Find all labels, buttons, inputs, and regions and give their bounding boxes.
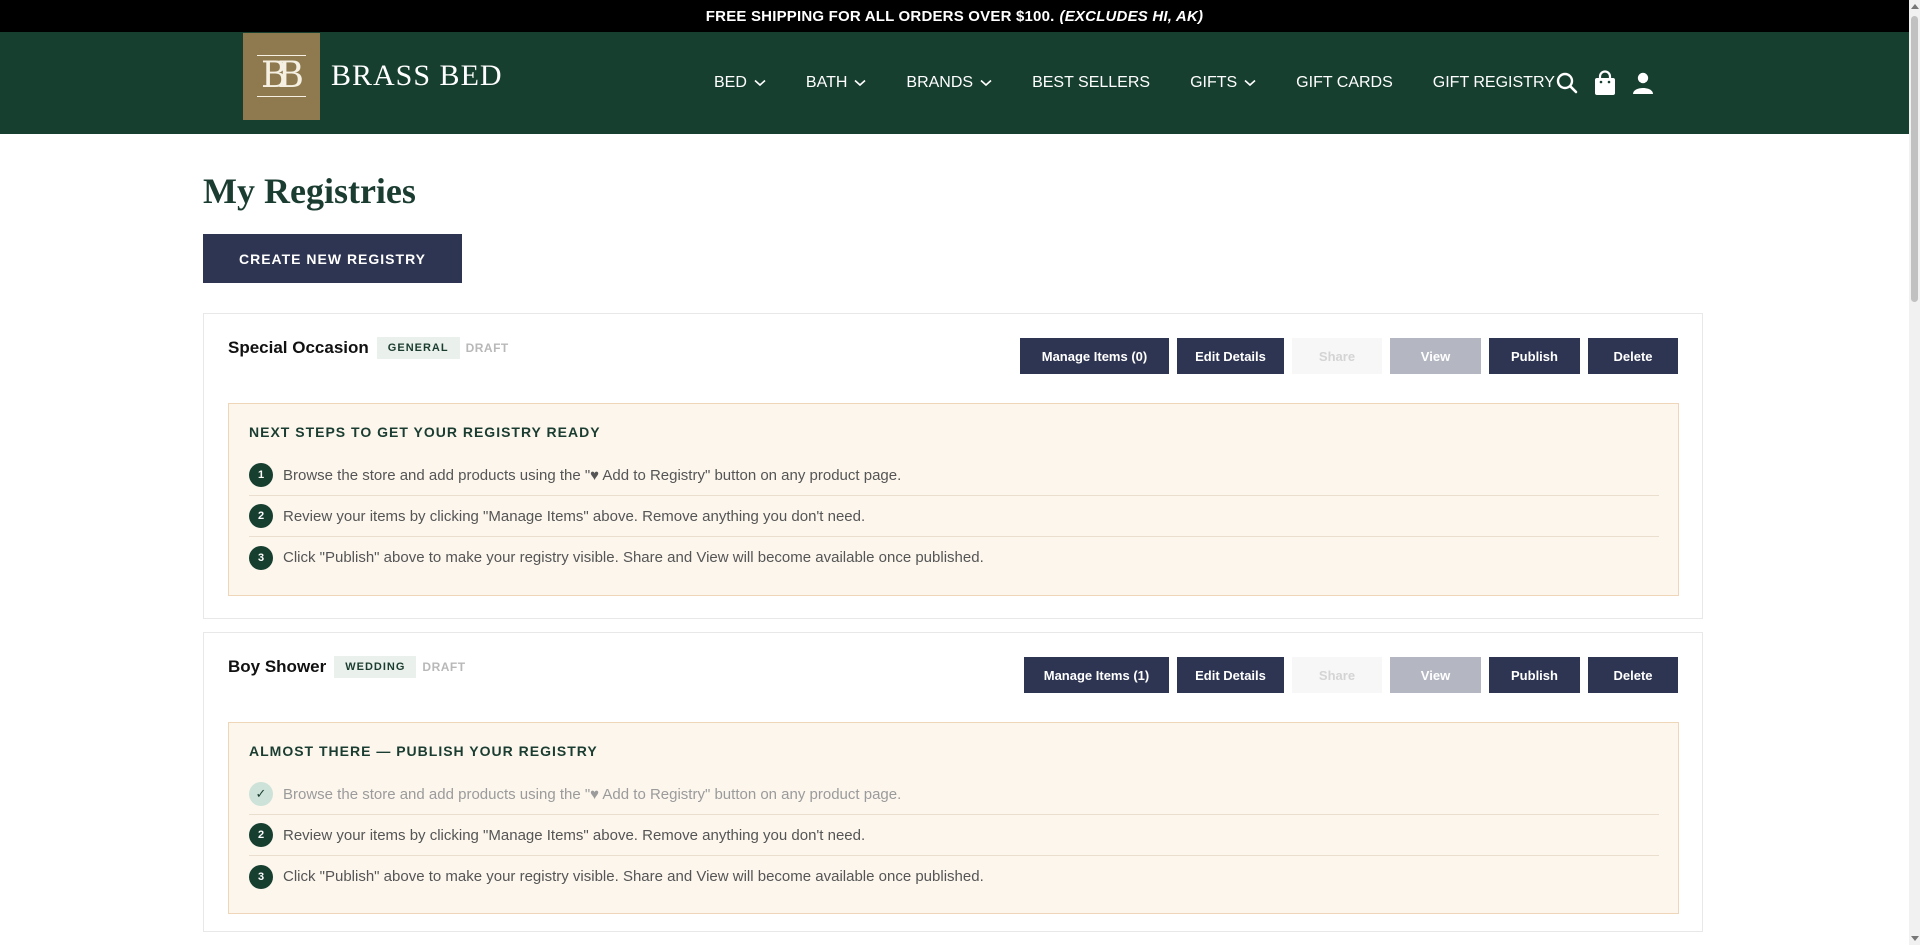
page-scrollbar[interactable] [1909, 0, 1920, 945]
step-text: Browse the store and add products using … [283, 466, 902, 484]
next-steps-panel: ALMOST THERE — PUBLISH YOUR REGISTRY ✓ B… [228, 722, 1679, 914]
nav-item-brands[interactable]: BRANDS [906, 74, 992, 92]
nav-item-label: BEST SELLERS [1032, 74, 1151, 91]
nav-item-gifts[interactable]: GIFTS [1190, 74, 1256, 92]
scroll-down-arrow-icon[interactable] [1911, 936, 1919, 941]
announcement-text: FREE SHIPPING FOR ALL ORDERS OVER $100. [705, 7, 1055, 25]
view-button[interactable]: View [1390, 338, 1481, 374]
delete-button[interactable]: Delete [1588, 338, 1678, 374]
registry-actions: Manage Items (1) Edit Details Share View… [1024, 657, 1678, 693]
nav-item-best-sellers[interactable]: BEST SELLERS [1032, 74, 1150, 92]
registry-status-badge: DRAFT [465, 341, 509, 355]
registry-card: Boy Shower WEDDING DRAFT Manage Items (1… [203, 632, 1703, 932]
registry-card: Special Occasion GENERAL DRAFT Manage It… [203, 313, 1703, 619]
registry-name: Boy Shower [228, 657, 327, 676]
chevron-down-icon [854, 79, 866, 87]
logo-wordmark: BRASS BED [331, 59, 503, 92]
step-number-badge: 1 [249, 463, 273, 487]
chevron-down-icon [1244, 79, 1256, 87]
checkmark-icon: ✓ [249, 782, 273, 806]
announcement-emphasis: (EXCLUDES HI, AK) [1059, 7, 1204, 25]
scrollbar-thumb[interactable] [1911, 16, 1918, 302]
step-text: Click "Publish" above to make your regis… [283, 868, 984, 885]
chevron-down-icon [980, 79, 992, 87]
view-button[interactable]: View [1390, 657, 1481, 693]
steps-title: ALMOST THERE — PUBLISH YOUR REGISTRY [249, 743, 598, 759]
edit-details-button[interactable]: Edit Details [1177, 657, 1284, 693]
nav-item-gift-registry[interactable]: GIFT REGISTRY [1433, 74, 1555, 92]
account-icon[interactable] [1630, 70, 1656, 96]
publish-button[interactable]: Publish [1489, 338, 1580, 374]
nav-item-gift-cards[interactable]: GIFT CARDS [1296, 74, 1393, 92]
step-item: 3 Click "Publish" above to make your reg… [249, 856, 1659, 897]
logo-monogram-text: BB [257, 55, 306, 97]
nav-item-label: BRANDS [906, 74, 974, 91]
nav-item-bed[interactable]: BED [714, 74, 766, 92]
create-new-registry-button[interactable]: CREATE NEW REGISTRY [203, 234, 462, 283]
next-steps-panel: NEXT STEPS TO GET YOUR REGISTRY READY 1 … [228, 403, 1679, 596]
step-item: 2 Review your items by clicking "Manage … [249, 815, 1659, 856]
step-number-badge: 3 [249, 864, 273, 889]
step-number-badge: 2 [249, 823, 273, 847]
nav-item-label: GIFTS [1190, 74, 1238, 91]
step-text: Review your items by clicking "Manage It… [283, 826, 866, 844]
share-button[interactable]: Share [1292, 657, 1382, 693]
announcement-bar: FREE SHIPPING FOR ALL ORDERS OVER $100. … [0, 0, 1909, 32]
chevron-down-icon [754, 79, 766, 87]
site-header: BB BRASS BED BED BATH BRANDS BEST SELLER… [0, 32, 1909, 134]
scroll-up-arrow-icon[interactable] [1911, 4, 1919, 9]
step-text: Review your items by clicking "Manage It… [283, 507, 866, 525]
logo-monogram: BB [243, 32, 320, 120]
registry-header: Special Occasion GENERAL DRAFT [228, 336, 509, 360]
step-item: 3 Click "Publish" above to make your reg… [249, 537, 1659, 578]
registry-actions: Manage Items (0) Edit Details Share View… [1020, 338, 1678, 374]
nav-item-label: BED [714, 74, 747, 91]
step-number-badge: 2 [249, 504, 273, 528]
brand-logo[interactable]: BB BRASS BED [243, 32, 503, 120]
page-title: My Registries [203, 171, 416, 211]
registry-header: Boy Shower WEDDING DRAFT [228, 655, 466, 679]
step-text: Browse the store and add products using … [283, 785, 902, 803]
step-text: Click "Publish" above to make your regis… [283, 549, 984, 566]
header-icons [1554, 32, 1668, 134]
edit-details-button[interactable]: Edit Details [1177, 338, 1284, 374]
manage-items-button[interactable]: Manage Items (1) [1024, 657, 1169, 693]
registry-type-badge: WEDDING [334, 656, 417, 678]
nav-item-label: GIFT CARDS [1296, 74, 1393, 91]
nav-item-bath[interactable]: BATH [806, 74, 866, 92]
step-item: 1 Browse the store and add products usin… [249, 455, 1659, 496]
publish-button[interactable]: Publish [1489, 657, 1580, 693]
manage-items-button[interactable]: Manage Items (0) [1020, 338, 1169, 374]
step-item-done: ✓ Browse the store and add products usin… [249, 774, 1659, 815]
registry-status-badge: DRAFT [422, 660, 466, 674]
registry-name: Special Occasion [228, 338, 369, 357]
share-button[interactable]: Share [1292, 338, 1382, 374]
registry-type-badge: GENERAL [376, 337, 460, 359]
step-item: 2 Review your items by clicking "Manage … [249, 496, 1659, 537]
nav-item-label: BATH [805, 74, 848, 91]
step-number-badge: 3 [249, 545, 273, 570]
delete-button[interactable]: Delete [1588, 657, 1678, 693]
steps-title: NEXT STEPS TO GET YOUR REGISTRY READY [249, 424, 601, 440]
shopping-bag-icon[interactable] [1592, 70, 1618, 96]
main-nav: BED BATH BRANDS BEST SELLERS GIFTS GIFT … [714, 32, 1595, 134]
search-icon[interactable] [1554, 70, 1580, 96]
nav-item-label: GIFT REGISTRY [1432, 74, 1555, 91]
